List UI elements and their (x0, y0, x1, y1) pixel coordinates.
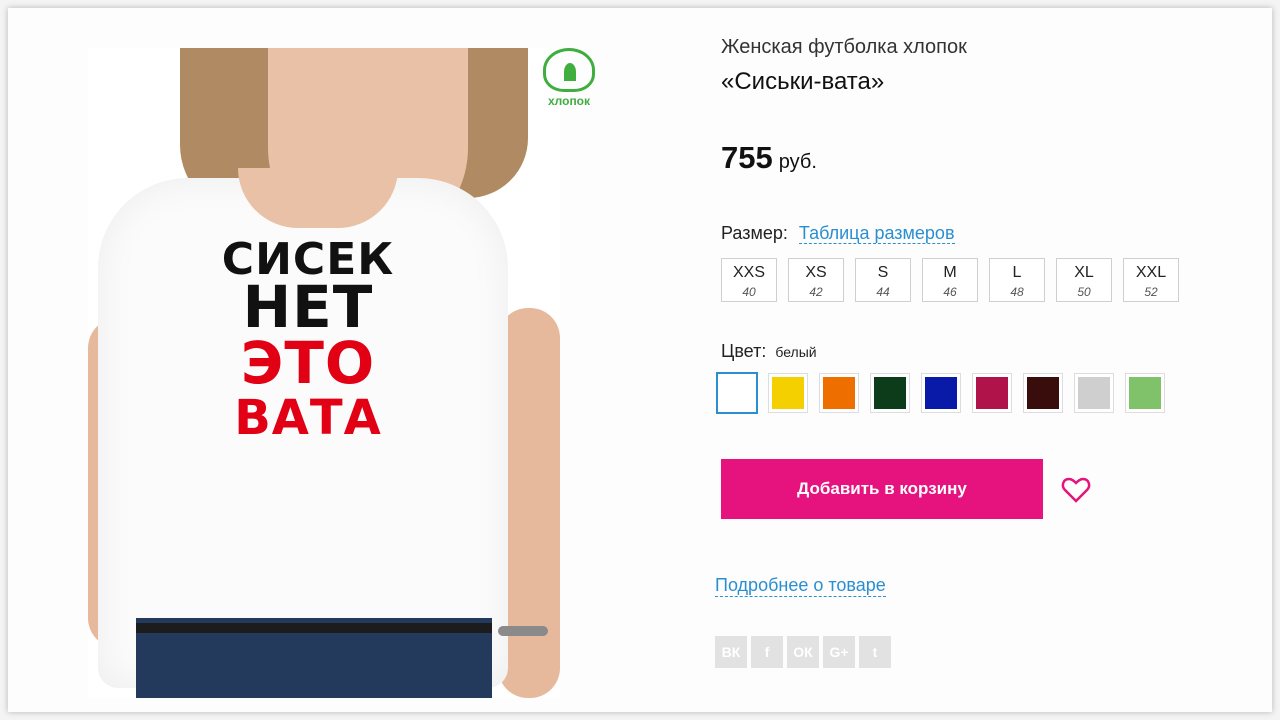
print-line: ЭТО (240, 329, 376, 397)
color-swatch-light-green[interactable] (1125, 373, 1165, 413)
color-swatch-crimson[interactable] (972, 373, 1012, 413)
size-option-s[interactable]: S 44 (855, 258, 911, 302)
belt (136, 623, 492, 633)
product-title: Женская футболка хлопок (721, 36, 967, 58)
color-header: Цвет: белый (721, 341, 817, 362)
product-price: 755 руб. (721, 140, 817, 176)
size-name: S (877, 264, 889, 281)
size-number: 40 (742, 285, 756, 299)
size-number: 48 (1010, 285, 1024, 299)
size-name: XXS (732, 264, 765, 281)
color-swatch-grey[interactable] (1074, 373, 1114, 413)
size-option-xs[interactable]: XS 42 (788, 258, 844, 302)
size-number: 50 (1077, 285, 1091, 299)
color-swatch-white[interactable] (716, 372, 758, 414)
size-option-xxl[interactable]: XXL 52 (1123, 258, 1179, 302)
color-swatch-maroon[interactable] (1023, 373, 1063, 413)
selected-color: белый (775, 344, 817, 360)
size-option-xl[interactable]: XL 50 (1056, 258, 1112, 302)
twitter-icon[interactable]: t (859, 636, 891, 668)
size-header: Размер: Таблица размеров (721, 223, 955, 244)
print-line: НЕТ (242, 273, 374, 341)
odnoklassniki-icon[interactable]: ОК (787, 636, 819, 668)
add-to-cart-button[interactable]: Добавить в корзину (721, 459, 1043, 519)
price-currency: руб. (778, 151, 817, 173)
shirt-print: СИСЕК НЕТ ЭТО ВАТА (188, 238, 428, 446)
cotton-label: хлопок (547, 94, 591, 108)
color-swatch-blue[interactable] (921, 373, 961, 413)
size-option-m[interactable]: M 46 (922, 258, 978, 302)
color-swatches (716, 372, 1165, 414)
bracelet (498, 626, 548, 636)
size-number: 46 (943, 285, 957, 299)
social-share: ВК f ОК G+ t (715, 636, 891, 668)
size-number: 52 (1144, 285, 1158, 299)
size-name: XXL (1135, 264, 1167, 281)
color-swatch-orange[interactable] (819, 373, 859, 413)
size-label: Размер: (721, 223, 788, 243)
price-value: 755 (721, 140, 773, 175)
product-image: СИСЕК НЕТ ЭТО ВАТА (88, 48, 560, 698)
color-label: Цвет: (721, 341, 767, 361)
google-plus-icon[interactable]: G+ (823, 636, 855, 668)
color-swatch-yellow[interactable] (768, 373, 808, 413)
product-name: «Сиськи-вата» (721, 68, 885, 95)
size-name: XL (1074, 264, 1094, 281)
size-name: M (943, 264, 957, 281)
cotton-badge: хлопок (538, 48, 600, 112)
vk-icon[interactable]: ВК (715, 636, 747, 668)
color-swatch-dark-green[interactable] (870, 373, 910, 413)
size-option-l[interactable]: L 48 (989, 258, 1045, 302)
size-name: L (1012, 264, 1022, 281)
size-option-xxs[interactable]: XXS 40 (721, 258, 777, 302)
product-details-link[interactable]: Подробнее о товаре (715, 575, 886, 597)
size-name: XS (805, 264, 827, 281)
facebook-icon[interactable]: f (751, 636, 783, 668)
favorite-heart-icon[interactable] (1060, 474, 1092, 506)
size-number: 44 (876, 285, 890, 299)
size-chart-link[interactable]: Таблица размеров (798, 223, 955, 244)
size-options: XXS 40 XS 42 S 44 M 46 L 48 XL 50 XXL 52 (721, 258, 1179, 302)
print-line: ВАТА (234, 390, 382, 446)
cotton-icon (543, 48, 595, 92)
size-number: 42 (809, 285, 823, 299)
